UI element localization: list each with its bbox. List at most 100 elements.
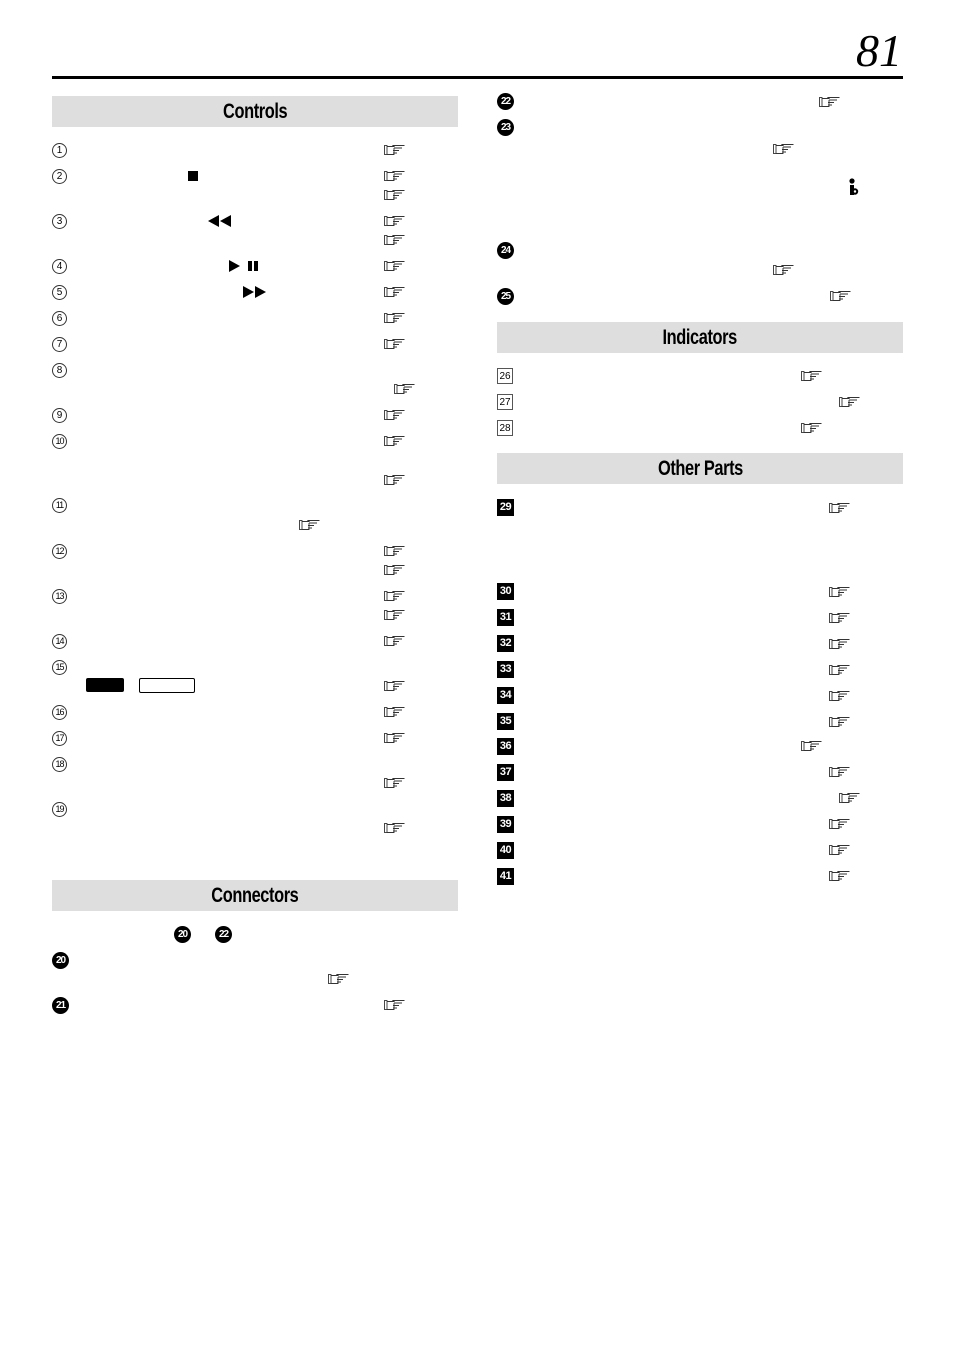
other-item-41: 41 xyxy=(497,867,514,885)
connector-item-22: 22 xyxy=(497,92,514,110)
pointing-hand-icon xyxy=(384,733,405,743)
item-marker: 8 xyxy=(52,362,67,378)
item-marker: 26 xyxy=(497,368,513,384)
pointing-hand-icon xyxy=(829,587,850,597)
pointing-hand-icon xyxy=(384,235,405,245)
item-marker: 10 xyxy=(52,433,67,449)
item-marker: 20 xyxy=(174,925,191,943)
item-marker: 7 xyxy=(52,336,67,352)
connector-item-23: 23 xyxy=(497,118,514,136)
other-item-37: 37 xyxy=(497,763,514,781)
pointing-hand-icon xyxy=(328,974,349,984)
control-item-9: 9 xyxy=(52,406,67,424)
item-marker: 15 xyxy=(52,659,67,675)
pointing-hand-icon xyxy=(384,145,405,155)
fast-forward-icon xyxy=(243,286,266,298)
other-parts-title: Other Parts xyxy=(657,456,743,480)
control-item-13: 13 xyxy=(52,587,67,605)
indicator-item-26: 26 xyxy=(497,367,513,385)
control-item-10: 10 xyxy=(52,432,67,450)
pointing-hand-icon xyxy=(839,397,860,407)
pointing-hand-icon xyxy=(299,520,320,530)
pointing-hand-icon xyxy=(384,636,405,646)
pointing-hand-icon xyxy=(384,591,405,601)
item-marker: 25 xyxy=(497,287,514,305)
control-item-12: 12 xyxy=(52,542,67,560)
item-marker: 29 xyxy=(497,498,514,516)
pointing-hand-icon xyxy=(384,823,405,833)
pointing-hand-icon xyxy=(384,339,405,349)
other-item-36: 36 xyxy=(497,737,514,755)
control-item-7: 7 xyxy=(52,335,67,353)
pointing-hand-icon xyxy=(384,313,405,323)
connector-item-20: 20 xyxy=(52,951,69,969)
pointing-hand-icon xyxy=(384,546,405,556)
other-item-31: 31 xyxy=(497,608,514,626)
other-item-29: 29 xyxy=(497,498,514,516)
other-parts-header: Other Parts xyxy=(497,453,903,484)
item-marker: 21 xyxy=(52,996,69,1014)
connector-item-21: 21 xyxy=(52,996,69,1014)
pointing-hand-icon xyxy=(801,423,822,433)
other-item-33: 33 xyxy=(497,660,514,678)
item-marker: 33 xyxy=(497,660,514,678)
pointing-hand-icon xyxy=(384,681,405,691)
item-marker: 28 xyxy=(497,420,513,436)
control-item-18: 18 xyxy=(52,755,67,773)
pointing-hand-icon xyxy=(829,639,850,649)
control-item-1: 1 xyxy=(52,141,67,159)
controls-title: Controls xyxy=(222,99,288,123)
mode-button-filled xyxy=(86,678,124,692)
other-item-38: 38 xyxy=(497,789,514,807)
item-marker: 37 xyxy=(497,763,514,781)
pointing-hand-icon xyxy=(773,265,794,275)
pointing-hand-icon xyxy=(384,707,405,717)
other-item-35: 35 xyxy=(497,712,514,730)
indicators-header: Indicators xyxy=(497,322,903,353)
pointing-hand-icon xyxy=(384,410,405,420)
pointing-hand-icon xyxy=(829,691,850,701)
other-item-39: 39 xyxy=(497,815,514,833)
pointing-hand-icon xyxy=(773,144,794,154)
item-marker: 39 xyxy=(497,815,514,833)
item-marker: 3 xyxy=(52,213,67,229)
item-marker: 36 xyxy=(497,737,514,755)
pointing-hand-icon xyxy=(384,1000,405,1010)
pointing-hand-icon xyxy=(819,97,840,107)
pointing-hand-icon xyxy=(839,793,860,803)
pointing-hand-icon xyxy=(829,819,850,829)
top-rule xyxy=(52,76,903,79)
item-marker: 32 xyxy=(497,634,514,652)
item-marker: 17 xyxy=(52,730,67,746)
indicator-item-27: 27 xyxy=(497,393,513,411)
pointing-hand-icon xyxy=(829,613,850,623)
item-marker: 11 xyxy=(52,497,67,513)
item-marker: 41 xyxy=(497,867,514,885)
control-item-3: 3 xyxy=(52,212,67,230)
item-marker: 9 xyxy=(52,407,67,423)
pointing-hand-icon xyxy=(384,565,405,575)
connector-item-24: 24 xyxy=(497,241,514,259)
connectors-header: Connectors xyxy=(52,880,458,911)
connector-item-25: 25 xyxy=(497,287,514,305)
item-marker: 31 xyxy=(497,608,514,626)
indicator-item-28: 28 xyxy=(497,419,513,437)
item-marker: 13 xyxy=(52,588,67,604)
rewind-icon xyxy=(208,215,231,227)
control-item-19: 19 xyxy=(52,800,67,818)
pointing-hand-icon xyxy=(829,871,850,881)
item-marker: 14 xyxy=(52,633,67,649)
pointing-hand-icon xyxy=(384,261,405,271)
pointing-hand-icon xyxy=(384,216,405,226)
pointing-hand-icon xyxy=(830,291,851,301)
other-item-40: 40 xyxy=(497,841,514,859)
item-marker: 23 xyxy=(497,118,514,136)
connectors-title: Connectors xyxy=(211,883,299,907)
connectors-intro-marker-start: 20 xyxy=(174,925,191,943)
pointing-hand-icon xyxy=(384,610,405,620)
item-marker: 2 xyxy=(52,168,67,184)
item-marker: 5 xyxy=(52,284,67,300)
pointing-hand-icon xyxy=(384,436,405,446)
control-item-2: 2 xyxy=(52,167,67,185)
item-marker: 19 xyxy=(52,801,67,817)
